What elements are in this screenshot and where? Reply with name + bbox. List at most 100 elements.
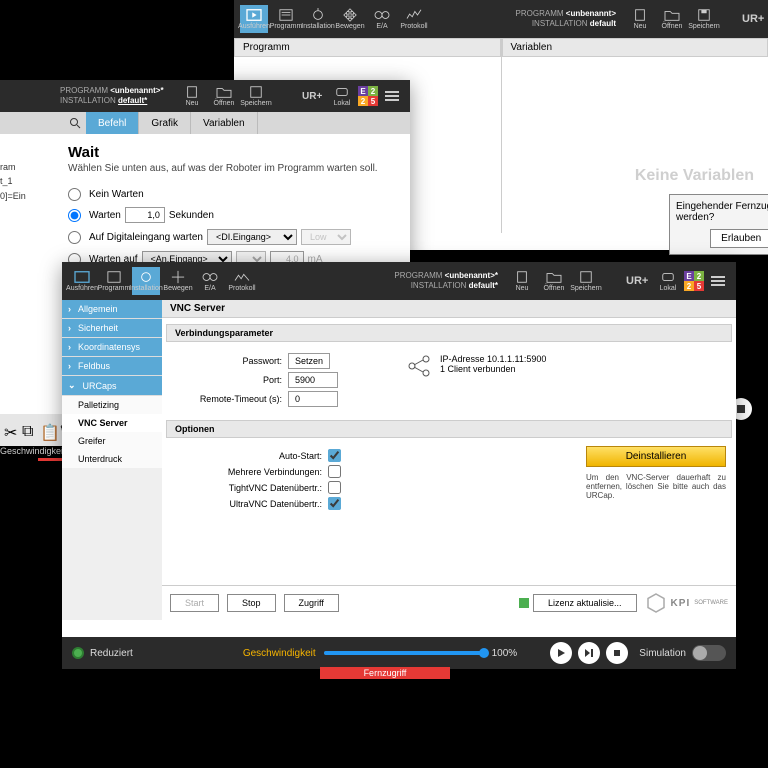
- log-icon[interactable]: Protokoll: [400, 5, 428, 33]
- radio-no-wait[interactable]: [68, 188, 81, 201]
- new-icon[interactable]: Neu: [626, 5, 654, 33]
- side-greifer[interactable]: Greifer: [62, 432, 162, 450]
- ur-icon[interactable]: UR+: [626, 272, 652, 290]
- svg-text:UR+: UR+: [626, 275, 648, 287]
- copy-icon[interactable]: ⧉: [22, 423, 36, 437]
- speed-slider[interactable]: [324, 651, 484, 655]
- save-icon[interactable]: Speichern: [690, 5, 718, 33]
- side-feldbus[interactable]: Feldbus: [62, 357, 162, 376]
- tab-grafik[interactable]: Grafik: [139, 112, 191, 134]
- run-icon[interactable]: Ausführen: [240, 5, 268, 33]
- radio-wait-seconds[interactable]: [68, 209, 81, 222]
- speed-value: 100%: [492, 648, 518, 659]
- wait-subtitle: Wählen Sie unten aus, auf was der Robote…: [68, 163, 396, 174]
- multi-conn-check[interactable]: [328, 465, 341, 478]
- side-palletizing[interactable]: Palletizing: [62, 396, 162, 414]
- run-icon[interactable]: Ausführen: [68, 267, 96, 295]
- di-select[interactable]: <DI.Eingang>: [207, 229, 297, 245]
- ur-icon[interactable]: UR+: [302, 88, 326, 104]
- status-bar: Reduziert Geschwindigkeit 100% Simulatio…: [62, 637, 736, 669]
- svg-text:UR+: UR+: [742, 13, 764, 25]
- svg-text:UR+: UR+: [302, 91, 322, 102]
- new-icon[interactable]: Neu: [508, 267, 536, 295]
- panel-title: VNC Server: [162, 300, 736, 318]
- stop-button[interactable]: [606, 642, 628, 664]
- side-allgemein[interactable]: Allgemein: [62, 300, 162, 319]
- sidebar: Allgemein Sicherheit Koordinatensys Feld…: [62, 300, 162, 620]
- menu-icon[interactable]: [378, 82, 406, 110]
- window-vnc: Ausführen Programm Installation Bewegen …: [62, 262, 736, 645]
- timeout-input[interactable]: [288, 391, 338, 407]
- programm-icon[interactable]: Programm: [272, 5, 300, 33]
- toolbar-b: PROGRAMM <unbenannt>*INSTALLATION defaul…: [0, 80, 410, 112]
- log-icon[interactable]: Protokoll: [228, 267, 256, 295]
- radio-digital-input[interactable]: [68, 231, 81, 244]
- tight-check[interactable]: [328, 481, 341, 494]
- open-icon[interactable]: Öffnen: [210, 82, 238, 110]
- lokal-icon[interactable]: Lokal: [654, 267, 682, 295]
- kpi-logo: KPISOFTWARE: [645, 592, 728, 614]
- license-button[interactable]: Lizenz aktualisie...: [533, 594, 637, 612]
- share-icon: [406, 354, 434, 378]
- side-vnc[interactable]: VNC Server: [62, 414, 162, 432]
- tab-befehl[interactable]: Befehl: [86, 112, 139, 134]
- search-icon[interactable]: [64, 112, 86, 134]
- tab-variablen[interactable]: Variablen: [191, 112, 258, 134]
- toolbar-c: Ausführen Programm Installation Bewegen …: [62, 262, 736, 300]
- connection-dialog: Eingehender Fernzugriff, wie soll die Ve…: [669, 194, 768, 255]
- move-icon[interactable]: Bewegen: [336, 5, 364, 33]
- save-icon[interactable]: Speichern: [242, 82, 270, 110]
- speed-label-small: Geschwindigkeit: [0, 446, 66, 456]
- move-icon[interactable]: Bewegen: [164, 267, 192, 295]
- open-icon[interactable]: Öffnen: [540, 267, 568, 295]
- new-icon[interactable]: Neu: [178, 82, 206, 110]
- di-level-select[interactable]: Low: [301, 229, 351, 245]
- side-urcaps[interactable]: URCaps: [62, 376, 162, 396]
- play-button[interactable]: [550, 642, 572, 664]
- e-series-logo: E225: [358, 86, 378, 106]
- status-text: Reduziert: [90, 648, 133, 659]
- menu-icon[interactable]: [704, 267, 732, 295]
- speed-label: Geschwindigkeit: [243, 648, 316, 659]
- cut-icon[interactable]: ✂: [4, 423, 18, 437]
- uninstall-hint: Um den VNC-Server dauerhaft zu entfernen…: [586, 473, 726, 500]
- side-unterdruck[interactable]: Unterdruck: [62, 450, 162, 468]
- dialog-message: Eingehender Fernzugriff, wie soll die Ve…: [676, 201, 768, 223]
- panel-footer: Start Stop Zugriff Lizenz aktualisie... …: [162, 585, 736, 620]
- access-button[interactable]: Zugriff: [284, 594, 339, 612]
- set-password-button[interactable]: Setzen: [288, 353, 330, 369]
- tab-strip: Befehl Grafik Variablen: [0, 112, 410, 134]
- ea-icon[interactable]: E/A: [196, 267, 224, 295]
- vnc-panel: VNC Server Verbindungsparameter Passwort…: [162, 300, 736, 620]
- installation-icon[interactable]: Installation: [132, 267, 160, 295]
- paste-icon[interactable]: 📋: [40, 423, 54, 437]
- programm-icon[interactable]: Programm: [100, 267, 128, 295]
- ultra-check[interactable]: [328, 497, 341, 510]
- lokal-icon[interactable]: Lokal: [328, 82, 356, 110]
- side-koord[interactable]: Koordinatensys: [62, 338, 162, 357]
- ur-icon[interactable]: UR+: [740, 10, 764, 28]
- wait-panel: Wait Wählen Sie unten aus, auf was der R…: [54, 134, 410, 283]
- open-icon[interactable]: Öffnen: [658, 5, 686, 33]
- section-options: Optionen: [166, 420, 732, 438]
- simulation-toggle[interactable]: [692, 645, 726, 661]
- wait-seconds-input[interactable]: [125, 207, 165, 223]
- simulation-label: Simulation: [639, 648, 686, 659]
- step-button[interactable]: [578, 642, 600, 664]
- col-programm-head: Programm: [234, 38, 501, 57]
- autostart-check[interactable]: [328, 449, 341, 462]
- wait-title: Wait: [68, 144, 396, 161]
- port-input[interactable]: [288, 372, 338, 388]
- allow-button[interactable]: Erlauben: [710, 229, 768, 248]
- installation-icon[interactable]: Installation: [304, 5, 332, 33]
- client-count-label: 1 Client verbunden: [440, 364, 546, 374]
- license-ok-icon: [519, 598, 529, 608]
- start-button[interactable]: Start: [170, 594, 219, 612]
- status-dot-icon[interactable]: [72, 647, 84, 659]
- side-sicherheit[interactable]: Sicherheit: [62, 319, 162, 338]
- ea-icon[interactable]: E/A: [368, 5, 396, 33]
- uninstall-button[interactable]: Deinstallieren: [586, 446, 726, 467]
- save-icon[interactable]: Speichern: [572, 267, 600, 295]
- stop-button[interactable]: Stop: [227, 594, 276, 612]
- fernzugriff-badge: Fernzugriff: [320, 667, 450, 679]
